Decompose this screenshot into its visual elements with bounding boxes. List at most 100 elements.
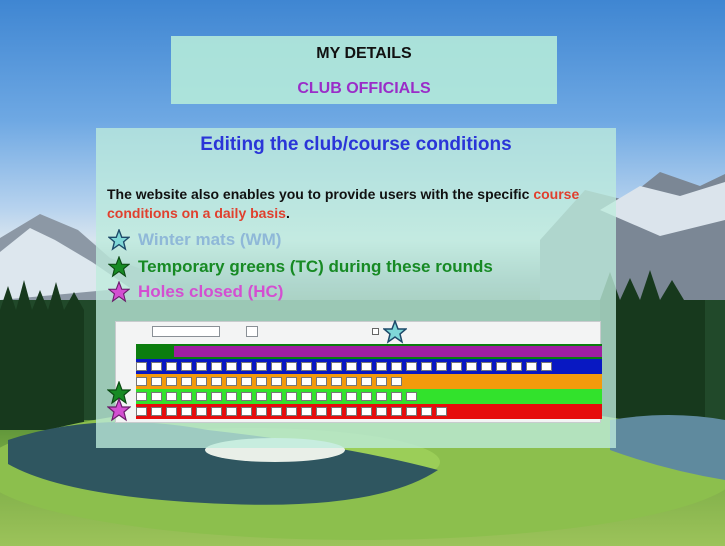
star-outline-icon — [383, 320, 407, 344]
mini-cell — [241, 392, 252, 401]
mini-cell — [391, 362, 402, 371]
mini-cell — [196, 407, 207, 416]
mini-cell — [256, 377, 267, 386]
mini-cell — [376, 392, 387, 401]
star-icon — [107, 398, 131, 422]
mini-cell — [466, 362, 477, 371]
mini-cell — [331, 407, 342, 416]
mini-cell — [361, 407, 372, 416]
mini-hole-header — [174, 346, 602, 357]
mini-cell — [151, 362, 162, 371]
mini-cell — [271, 407, 282, 416]
intro-paragraph: The website also enables you to provide … — [107, 185, 612, 223]
mini-cell — [226, 362, 237, 371]
mini-cell — [331, 392, 342, 401]
mini-cell — [241, 407, 252, 416]
mini-cell — [346, 377, 357, 386]
mini-row-header — [136, 344, 602, 359]
mini-cell — [346, 407, 357, 416]
mini-cell — [136, 377, 147, 386]
mini-cell — [196, 392, 207, 401]
mini-cell — [406, 392, 417, 401]
course-conditions-screenshot — [115, 321, 602, 423]
legend-item-winter-mats: Winter mats (WM) — [108, 228, 281, 252]
mini-cell — [301, 377, 312, 386]
mini-cell — [151, 407, 162, 416]
mini-row-temporary-greens — [136, 389, 602, 404]
legend-item-holes-closed: Holes closed (HC) — [108, 280, 283, 304]
mini-cell — [256, 407, 267, 416]
mini-cell — [331, 362, 342, 371]
mini-cell — [361, 377, 372, 386]
mini-cell — [301, 362, 312, 371]
intro-end: . — [285, 205, 290, 221]
mini-cell — [256, 362, 267, 371]
mini-cell — [526, 362, 537, 371]
mini-cell — [286, 362, 297, 371]
mini-cell — [136, 407, 147, 416]
mini-cell — [331, 377, 342, 386]
mini-cell — [316, 392, 327, 401]
mini-cell — [151, 392, 162, 401]
mini-cell — [211, 362, 222, 371]
star-icon — [108, 281, 130, 303]
mini-cell — [226, 392, 237, 401]
mini-cell — [346, 362, 357, 371]
page-title: MY DETAILS — [316, 45, 412, 62]
mini-cell — [166, 392, 177, 401]
mini-cell — [361, 392, 372, 401]
mini-cell — [316, 407, 327, 416]
mini-cell — [271, 377, 282, 386]
mini-cell — [241, 362, 252, 371]
mini-cell — [166, 377, 177, 386]
panel-title: Editing the club/course conditions — [200, 134, 512, 155]
mini-cell — [421, 407, 432, 416]
mini-cell — [286, 392, 297, 401]
mini-cell — [376, 377, 387, 386]
mini-row-holes-closed — [136, 404, 602, 419]
mini-cell — [481, 362, 492, 371]
mini-cell — [286, 377, 297, 386]
mini-cell — [271, 362, 282, 371]
mini-cell — [436, 362, 447, 371]
star-icon — [108, 256, 130, 278]
mini-cell — [391, 407, 402, 416]
mini-cell — [271, 392, 282, 401]
mini-cell — [226, 407, 237, 416]
mini-cell — [301, 407, 312, 416]
star-outline-icon — [108, 229, 130, 251]
mini-cell — [391, 392, 402, 401]
mini-cell — [376, 362, 387, 371]
mini-cell — [406, 407, 417, 416]
mini-cell — [196, 377, 207, 386]
mini-cell — [136, 392, 147, 401]
mini-cell — [316, 377, 327, 386]
mini-cell — [256, 392, 267, 401]
mini-cell — [346, 392, 357, 401]
mini-cell — [196, 362, 207, 371]
mini-cell — [181, 407, 192, 416]
mini-cell — [421, 362, 432, 371]
mini-cell — [406, 362, 417, 371]
legend-label: Winter mats (WM) — [138, 230, 282, 249]
legend-item-temporary-greens: Temporary greens (TC) during these round… — [108, 255, 493, 279]
page-subtitle: CLUB OFFICIALS — [297, 80, 431, 97]
mini-date-input — [152, 326, 220, 337]
mini-cell — [211, 407, 222, 416]
mini-row-winter-mats — [136, 359, 602, 374]
mini-cell — [226, 377, 237, 386]
mini-cell — [316, 362, 327, 371]
mini-cell — [511, 362, 522, 371]
mini-select — [246, 326, 258, 337]
mini-cell — [181, 392, 192, 401]
mini-cell — [391, 377, 402, 386]
legend-label: Holes closed (HC) — [138, 282, 284, 301]
mini-toolbar — [116, 324, 600, 338]
mini-cell — [166, 362, 177, 371]
mini-cell — [181, 362, 192, 371]
mini-cell — [436, 407, 447, 416]
mini-row-orange — [136, 374, 602, 389]
mini-checkbox — [372, 328, 379, 335]
legend-label: Temporary greens (TC) during these round… — [138, 257, 493, 276]
mini-cell — [286, 407, 297, 416]
